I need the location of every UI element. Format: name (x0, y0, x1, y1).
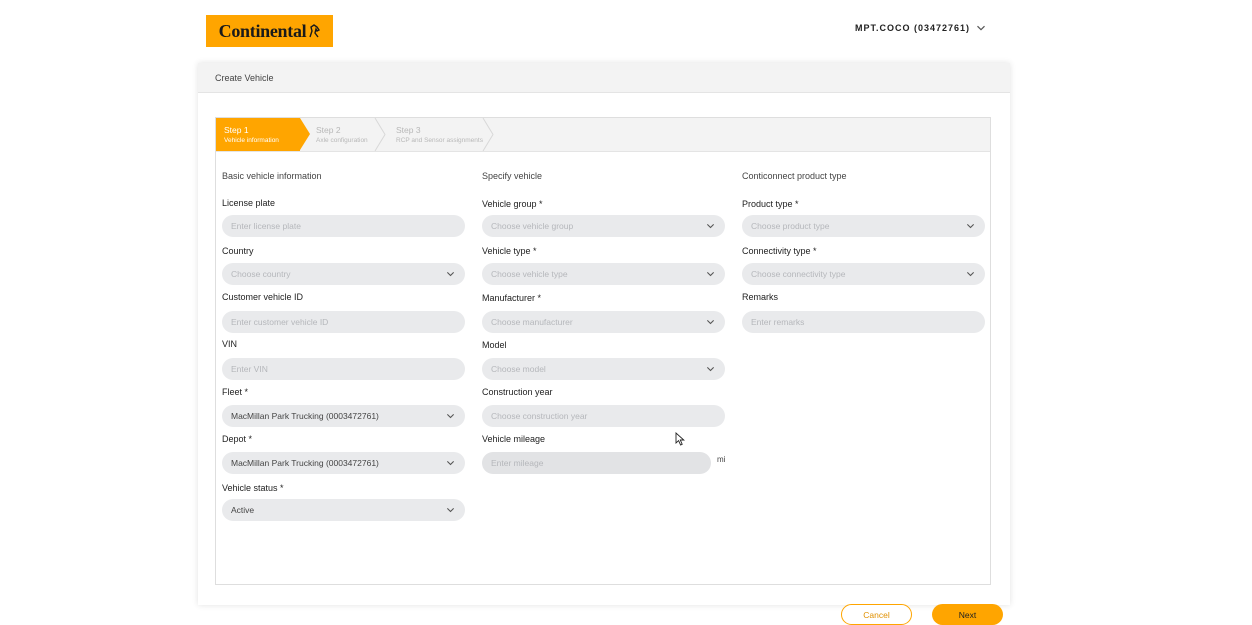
vehicle-type-select[interactable]: Choose vehicle type (482, 263, 725, 285)
vehicle-group-field: Vehicle group * Choose vehicle group (482, 199, 725, 237)
vin-field: VIN Enter VIN (222, 339, 465, 380)
chevron-down-icon (446, 270, 455, 278)
horse-icon (309, 24, 321, 38)
mouse-cursor-icon (675, 432, 685, 446)
chevron-down-icon (976, 23, 986, 33)
create-vehicle-panel: Create Vehicle Step 1 Vehicle informatio… (198, 63, 1010, 625)
vehicle-type-field: Vehicle type * Choose vehicle type (482, 246, 725, 285)
fleet-label: Fleet * (222, 387, 249, 397)
manufacturer-select[interactable]: Choose manufacturer (482, 311, 725, 333)
country-field: Country Choose country (222, 246, 465, 285)
step-1-subtitle: Vehicle information (224, 137, 279, 144)
form-container: Step 1 Vehicle information Step 2 Axle c… (215, 117, 1003, 625)
depot-field: Depot * MacMillan Park Trucking (0003472… (222, 434, 465, 474)
product-type-title: Conticonnect product type (742, 171, 847, 181)
customer-vehicle-id-label: Customer vehicle ID (222, 292, 304, 302)
depot-label: Depot * (222, 434, 253, 444)
step-separator-icon (482, 118, 494, 151)
license-plate-input[interactable]: Enter license plate (222, 215, 465, 237)
product-type-select-value: Choose product type (751, 221, 830, 231)
basic-info-title: Basic vehicle information (222, 171, 322, 181)
vin-label: VIN (222, 339, 238, 349)
step-3-subtitle: RCP and Sensor assignments (396, 137, 483, 144)
chevron-down-icon (966, 270, 975, 278)
chevron-down-icon (446, 506, 455, 514)
vehicle-type-label: Vehicle type * (482, 246, 537, 256)
chevron-down-icon (706, 365, 715, 373)
construction-year-field: Construction year Choose construction ye… (482, 387, 725, 427)
fleet-select[interactable]: MacMillan Park Trucking (0003472761) (222, 405, 465, 427)
vin-input[interactable]: Enter VIN (222, 358, 465, 380)
account-menu[interactable]: MPT.COCO (03472761) (855, 23, 986, 33)
chevron-down-icon (706, 222, 715, 230)
connectivity-type-field: Connectivity type * Choose connectivity … (742, 246, 985, 285)
construction-year-select[interactable]: Choose construction year (482, 405, 725, 427)
model-label: Model (482, 340, 507, 350)
step-2-title: Step 2 (316, 125, 341, 135)
customer-vehicle-id-field: Customer vehicle ID Enter customer vehic… (222, 292, 465, 333)
vehicle-status-label: Vehicle status * (222, 483, 284, 493)
customer-vehicle-id-input[interactable]: Enter customer vehicle ID (222, 311, 465, 333)
country-select[interactable]: Choose country (222, 263, 465, 285)
step-3-title: Step 3 (396, 125, 421, 135)
manufacturer-field: Manufacturer * Choose manufacturer (482, 293, 725, 333)
chevron-down-icon (446, 459, 455, 467)
panel-header: Create Vehicle (198, 63, 1010, 93)
manufacturer-label: Manufacturer * (482, 293, 542, 303)
fleet-field: Fleet * MacMillan Park Trucking (0003472… (222, 387, 465, 427)
model-select-value: Choose model (491, 364, 546, 374)
continental-logo: Continental (206, 15, 333, 47)
product-type-select[interactable]: Choose product type (742, 215, 985, 237)
vehicle-mileage-input[interactable]: Enter mileage (482, 452, 711, 474)
step-1-title: Step 1 (224, 125, 249, 135)
product-type-label: Product type * (742, 199, 799, 209)
step-1[interactable]: Step 1 Vehicle information (216, 118, 310, 151)
vehicle-mileage-field: Vehicle mileage Enter mileage mi (482, 434, 725, 474)
vehicle-group-select-value: Choose vehicle group (491, 221, 574, 231)
logo-text: Continental (218, 20, 307, 41)
chevron-down-icon (706, 270, 715, 278)
manufacturer-select-value: Choose manufacturer (491, 317, 573, 327)
fleet-select-value: MacMillan Park Trucking (0003472761) (231, 411, 379, 421)
specify-vehicle-column: Specify vehicle Vehicle group * Choose v… (482, 171, 725, 474)
model-select[interactable]: Choose model (482, 358, 725, 380)
connectivity-type-label: Connectivity type * (742, 246, 817, 256)
construction-year-label: Construction year (482, 387, 553, 397)
basic-info-column: Basic vehicle information License plate … (222, 171, 465, 521)
panel-title: Create Vehicle (215, 72, 274, 83)
step-wizard: Step 1 Vehicle information Step 2 Axle c… (216, 118, 990, 152)
chevron-down-icon (966, 222, 975, 230)
remarks-input[interactable]: Enter remarks (742, 311, 985, 333)
connectivity-type-select-value: Choose connectivity type (751, 269, 846, 279)
step-2[interactable]: Step 2 Axle configuration (308, 118, 368, 151)
vehicle-type-select-value: Choose vehicle type (491, 269, 568, 279)
product-type-column: Conticonnect product type Product type *… (742, 171, 985, 333)
vehicle-group-select[interactable]: Choose vehicle group (482, 215, 725, 237)
depot-select[interactable]: MacMillan Park Trucking (0003472761) (222, 452, 465, 474)
model-field: Model Choose model (482, 340, 725, 380)
vehicle-mileage-label: Vehicle mileage (482, 434, 546, 444)
step-3[interactable]: Step 3 RCP and Sensor assignments (388, 118, 483, 151)
remarks-label: Remarks (742, 292, 779, 302)
step-2-subtitle: Axle configuration (316, 137, 368, 144)
connectivity-type-select[interactable]: Choose connectivity type (742, 263, 985, 285)
license-plate-field: License plate Enter license plate (222, 198, 465, 237)
chevron-down-icon (706, 318, 715, 326)
product-type-field: Product type * Choose product type (742, 199, 985, 237)
vehicle-group-label: Vehicle group * (482, 199, 543, 209)
vehicle-status-field: Vehicle status * Active (222, 483, 465, 521)
remarks-field: Remarks Enter remarks (742, 292, 985, 333)
country-label: Country (222, 246, 254, 256)
vehicle-status-select-value: Active (231, 505, 255, 515)
account-label: MPT.COCO (03472761) (855, 23, 971, 33)
mileage-unit: mi (717, 455, 726, 464)
depot-select-value: MacMillan Park Trucking (0003472761) (231, 458, 379, 468)
chevron-down-icon (446, 412, 455, 420)
license-plate-label: License plate (222, 198, 276, 208)
step-separator-icon (374, 118, 386, 151)
country-select-value: Choose country (231, 269, 291, 279)
vehicle-status-select[interactable]: Active (222, 499, 465, 521)
specify-vehicle-title: Specify vehicle (482, 171, 543, 181)
